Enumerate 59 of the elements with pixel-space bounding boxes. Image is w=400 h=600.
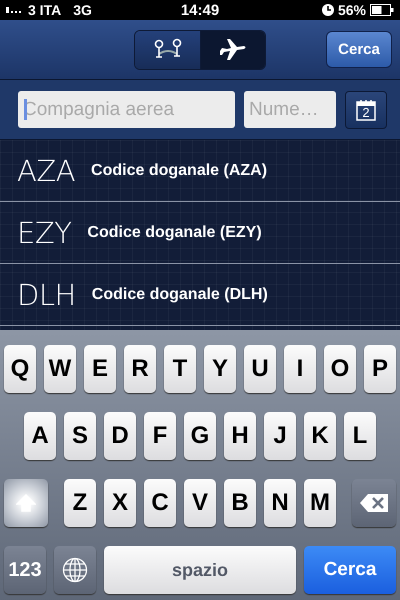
airline-description: Codice doganale (EZY) (87, 224, 262, 242)
backspace-icon (359, 493, 389, 513)
delete-key[interactable] (352, 479, 396, 527)
airline-description: Codice doganale (DLH) (92, 286, 268, 304)
airline-code: EZY (17, 216, 72, 250)
letter-key[interactable]: B (224, 479, 256, 527)
letter-key[interactable]: D (104, 412, 136, 460)
airplane-icon (219, 38, 247, 62)
letter-key[interactable]: S (64, 412, 96, 460)
result-row[interactable]: AZA Codice doganale (AZA) (0, 140, 400, 202)
letter-key[interactable]: M (304, 479, 336, 527)
space-key[interactable]: spazio (104, 546, 296, 594)
signal-icon (6, 7, 24, 13)
network-type: 3G (73, 2, 92, 18)
letter-key[interactable]: I (284, 345, 316, 393)
shift-key[interactable] (4, 479, 48, 527)
calendar-button[interactable]: 2 (345, 90, 387, 128)
airline-code: DLH (17, 278, 76, 312)
letter-key[interactable]: W (44, 345, 76, 393)
carrier-name: 3 ITA (28, 2, 62, 18)
letter-key[interactable]: Q (4, 345, 36, 393)
letter-key[interactable]: X (104, 479, 136, 527)
letter-key[interactable]: L (344, 412, 376, 460)
clock-icon (322, 4, 334, 16)
letter-key[interactable]: Z (64, 479, 96, 527)
globe-icon (62, 557, 88, 583)
globe-key[interactable] (54, 546, 96, 594)
result-row[interactable]: DLH Codice doganale (DLH) (0, 264, 400, 326)
search-button[interactable]: Cerca (326, 31, 392, 68)
battery-percent: 56% (338, 2, 366, 18)
letter-key[interactable]: R (124, 345, 156, 393)
letter-key[interactable]: T (164, 345, 196, 393)
calendar-day: 2 (361, 106, 371, 120)
calendar-icon (356, 98, 376, 120)
letter-key[interactable]: U (244, 345, 276, 393)
letter-key[interactable]: J (264, 412, 296, 460)
search-key[interactable]: Cerca (304, 546, 396, 594)
airline-description: Codice doganale (AZA) (91, 162, 268, 180)
letter-key[interactable]: N (264, 479, 296, 527)
clock: 14:49 (180, 2, 220, 18)
letter-key[interactable]: G (184, 412, 216, 460)
result-row[interactable]: EZY Codice doganale (EZY) (0, 202, 400, 264)
letter-key[interactable]: F (144, 412, 176, 460)
letter-key[interactable]: O (324, 345, 356, 393)
segment-tab[interactable] (135, 30, 200, 68)
battery-icon (370, 4, 394, 16)
letter-key[interactable]: V (184, 479, 216, 527)
letter-key[interactable]: H (224, 412, 256, 460)
letter-key[interactable]: C (144, 479, 176, 527)
letter-key[interactable]: Y (204, 345, 236, 393)
flight-number-field[interactable]: Nume… (244, 91, 336, 128)
letter-key[interactable]: E (84, 345, 116, 393)
letter-key[interactable]: K (304, 412, 336, 460)
airline-code: AZA (17, 154, 76, 188)
numbers-key[interactable]: 123 (4, 546, 46, 594)
letter-key[interactable]: P (364, 345, 396, 393)
letter-key[interactable]: A (24, 412, 56, 460)
shift-icon (16, 494, 36, 512)
segment-tab[interactable] (200, 30, 265, 68)
